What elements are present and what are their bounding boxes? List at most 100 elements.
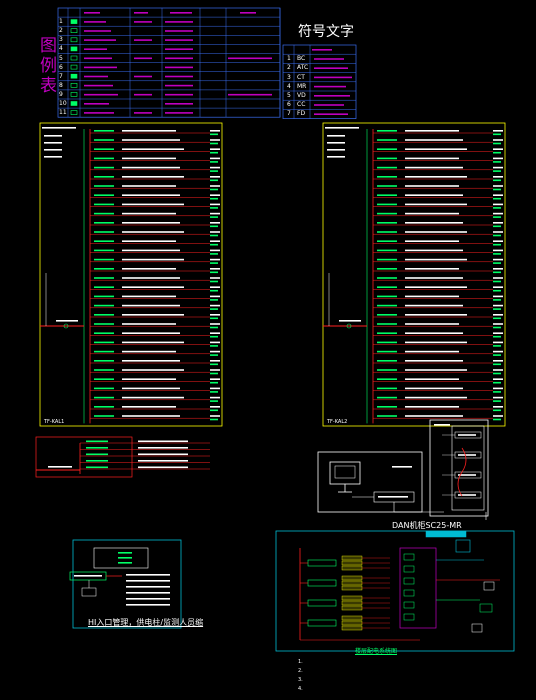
breaker-label xyxy=(377,387,397,390)
circuit-id xyxy=(493,157,503,160)
breaker-label xyxy=(377,240,397,242)
breaker-label xyxy=(377,258,397,261)
breaker-label xyxy=(94,176,114,178)
controller-label xyxy=(378,496,408,498)
legend-spec xyxy=(134,57,152,60)
legend-install xyxy=(165,75,193,78)
circuit-load xyxy=(210,170,218,172)
circuit-load xyxy=(210,372,218,375)
circuit-id xyxy=(210,387,220,390)
breaker-label xyxy=(94,212,114,215)
legend-symbol xyxy=(70,101,78,106)
circuit-load xyxy=(210,197,218,200)
symbol-code: MR xyxy=(297,82,307,90)
legend-row-number: 7 xyxy=(59,72,63,80)
symbol-row-number: 2 xyxy=(287,64,291,72)
breaker-label xyxy=(377,176,397,178)
circuit-load xyxy=(210,381,218,384)
circuit-load xyxy=(210,161,218,163)
symbol-row-number: 7 xyxy=(287,110,291,118)
legend-install xyxy=(165,48,193,50)
circuit-spec xyxy=(405,130,459,132)
circuit-spec xyxy=(122,341,184,344)
breaker-label xyxy=(94,332,114,334)
legend-spec xyxy=(134,21,152,23)
legend-spec xyxy=(134,112,152,114)
circuit-load xyxy=(210,409,218,412)
legend-symbol xyxy=(70,37,78,43)
legend-table-grid xyxy=(57,7,281,118)
circuit-id xyxy=(493,258,503,261)
legend-title-char-2: 例 xyxy=(40,56,57,76)
circuit-load xyxy=(493,326,501,329)
legend-remark xyxy=(228,57,272,60)
circuit-spec xyxy=(405,176,467,178)
legend-desc xyxy=(84,75,108,78)
entry-caption: HI入口管理，供电柱/监测人员缩 xyxy=(88,618,204,627)
circuit-load xyxy=(210,335,218,338)
symbol-table-grid xyxy=(282,44,357,119)
circuit-spec xyxy=(122,157,176,160)
main-switch-label xyxy=(56,320,78,322)
breaker-label xyxy=(94,222,114,224)
circuit-load xyxy=(493,161,501,163)
circuit-load xyxy=(493,133,501,136)
breaker-label xyxy=(94,249,114,252)
legend-remark xyxy=(228,93,272,96)
small-spec xyxy=(138,453,188,456)
breaker-label xyxy=(377,268,397,270)
circuit-spec xyxy=(122,277,180,279)
entry-note xyxy=(126,574,170,576)
breaker-label xyxy=(377,396,397,399)
circuit-spec xyxy=(405,194,463,196)
circuit-spec xyxy=(405,139,463,141)
floor-unit xyxy=(341,620,363,626)
breaker-label xyxy=(94,231,114,233)
small-breaker xyxy=(86,453,108,456)
circuit-id xyxy=(210,323,220,325)
circuit-id xyxy=(210,360,220,362)
legend-symbol xyxy=(70,83,78,88)
symbol-row-number: 4 xyxy=(287,82,291,90)
circuit-load xyxy=(493,207,501,209)
circuit-spec xyxy=(405,203,467,206)
circuit-id xyxy=(493,350,503,353)
circuit-id xyxy=(210,203,220,206)
floor-unit xyxy=(341,580,363,586)
circuit-load xyxy=(493,253,501,255)
entry-note xyxy=(126,598,170,600)
circuit-load xyxy=(493,216,501,218)
legend-row-number: 4 xyxy=(59,45,63,53)
circuit-spec xyxy=(405,341,467,344)
circuit-id xyxy=(210,194,220,196)
circuit-id xyxy=(210,286,220,288)
circuit-spec xyxy=(122,295,176,298)
symbol-desc xyxy=(314,95,350,97)
breaker-label xyxy=(94,277,114,279)
circuit-load xyxy=(210,317,218,320)
floor-breaker xyxy=(307,579,337,587)
circuit-id xyxy=(493,387,503,390)
circuit-spec xyxy=(405,350,459,353)
circuit-spec xyxy=(122,231,184,233)
legend-symbol xyxy=(70,92,78,97)
circuit-id xyxy=(493,286,503,288)
floor-unit xyxy=(341,600,363,606)
circuit-load xyxy=(493,345,501,347)
circuit-id xyxy=(493,369,503,371)
entry-reader xyxy=(81,587,97,597)
circuit-spec xyxy=(405,185,459,187)
floor-breaker xyxy=(307,599,337,607)
circuit-spec xyxy=(405,387,463,390)
circuit-spec xyxy=(122,323,176,325)
entry-note xyxy=(126,592,170,594)
circuit-spec xyxy=(405,212,459,215)
circuit-load xyxy=(210,418,218,421)
circuit-spec xyxy=(122,268,176,270)
breaker-label xyxy=(377,203,397,206)
small-distribution-panel xyxy=(35,436,210,478)
legend-symbol xyxy=(70,19,78,24)
circuit-id xyxy=(493,166,503,169)
circuit-spec xyxy=(405,268,459,270)
legend-desc xyxy=(84,57,112,60)
